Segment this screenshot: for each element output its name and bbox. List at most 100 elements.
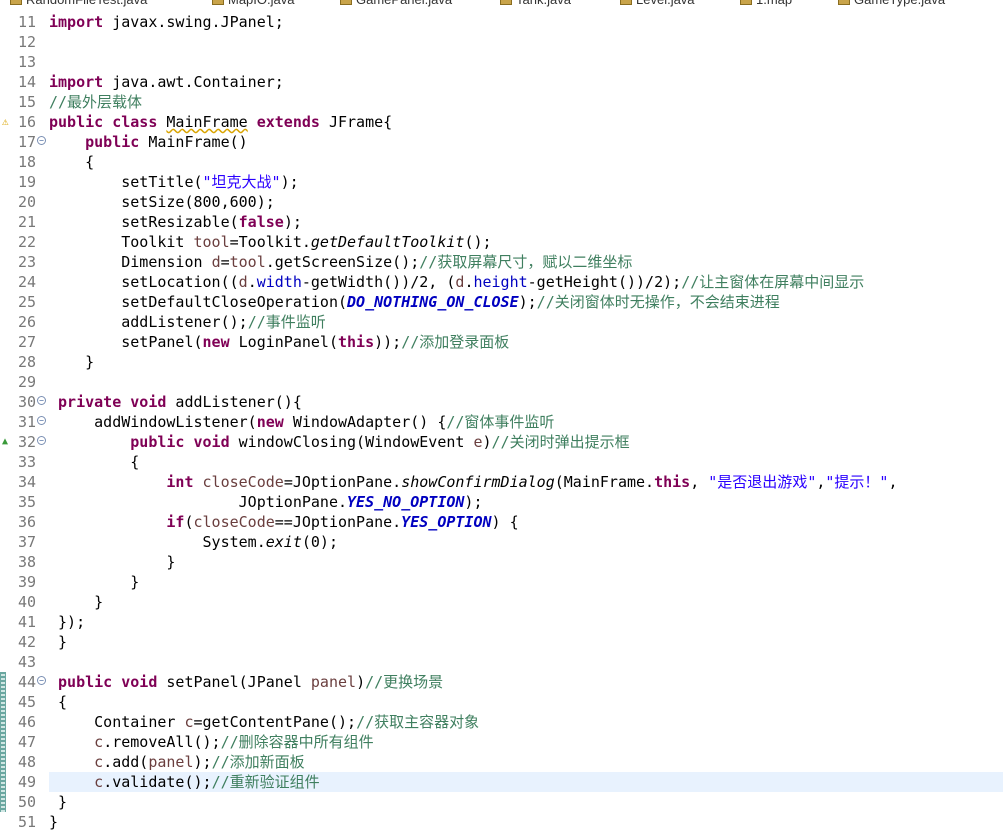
code-line[interactable]: 24 setLocation((d.width-getWidth())/2, (… (0, 272, 1003, 292)
code-text[interactable]: setPanel(new LoginPanel(this));//添加登录面板 (49, 332, 509, 352)
editor-tab[interactable]: RandomFileTest.java (10, 0, 147, 7)
editor-tab[interactable]: Level.java (620, 0, 695, 7)
code-text[interactable]: }); (49, 612, 85, 632)
code-line[interactable]: 18 { (0, 152, 1003, 172)
code-line[interactable]: 12 (0, 32, 1003, 52)
code-line[interactable]: 37 System.exit(0); (0, 532, 1003, 552)
code-text[interactable]: { (49, 452, 139, 472)
code-line[interactable]: 17− public MainFrame() (0, 132, 1003, 152)
fold-collapse-icon[interactable]: − (37, 416, 46, 425)
code-token: }); (49, 613, 86, 631)
fold-collapse-icon[interactable]: − (37, 136, 46, 145)
code-text[interactable]: } (49, 352, 94, 372)
code-line[interactable]: 42 } (0, 632, 1003, 652)
code-line[interactable]: 31− addWindowListener(new WindowAdapter(… (0, 412, 1003, 432)
code-text[interactable]: } (49, 552, 175, 572)
code-text[interactable]: } (49, 632, 67, 652)
code-text[interactable]: Container c=getContentPane();//获取主容器对象 (49, 712, 479, 732)
editor-tab[interactable]: 1.map (740, 0, 792, 7)
code-line[interactable]: 36 if(closeCode==JOptionPane.YES_OPTION)… (0, 512, 1003, 532)
code-line[interactable]: 46 Container c=getContentPane();//获取主容器对… (0, 712, 1003, 732)
code-text[interactable]: } (49, 812, 58, 832)
code-line[interactable]: 35 JOptionPane.YES_NO_OPTION); (0, 492, 1003, 512)
code-line[interactable]: 43 (0, 652, 1003, 672)
code-token: setPanel(JPanel (157, 673, 311, 691)
code-line[interactable]: 25 setDefaultCloseOperation(DO_NOTHING_O… (0, 292, 1003, 312)
code-text[interactable]: } (49, 592, 103, 612)
code-line[interactable]: 38 } (0, 552, 1003, 572)
code-line[interactable]: 22 Toolkit tool=Toolkit.getDefaultToolki… (0, 232, 1003, 252)
code-text[interactable]: int closeCode=JOptionPane.showConfirmDia… (49, 472, 897, 492)
line-number: 29 (17, 373, 36, 391)
fold-collapse-icon[interactable]: − (37, 396, 46, 405)
code-editor[interactable]: 11 import javax.swing.JPanel; 12 13 14 import… (0, 12, 1003, 831)
code-text[interactable]: addListener();//事件监听 (49, 312, 326, 332)
code-text[interactable]: //最外层载体 (49, 92, 142, 112)
code-text[interactable]: c.removeAll();//删除容器中所有组件 (49, 732, 374, 752)
code-text[interactable]: Dimension d=tool.getScreenSize();//获取屏幕尺… (49, 252, 632, 272)
code-line[interactable]: 40 } (0, 592, 1003, 612)
code-text[interactable]: JOptionPane.YES_NO_OPTION); (49, 492, 483, 512)
code-line[interactable]: 50 } (0, 792, 1003, 812)
code-text[interactable]: import javax.swing.JPanel; (49, 12, 284, 32)
code-line[interactable]: 41 }); (0, 612, 1003, 632)
code-line[interactable]: 20 setSize(800,600); (0, 192, 1003, 212)
code-text[interactable]: setResizable(false); (49, 212, 302, 232)
code-line[interactable]: ▲ 32− public void windowClosing(WindowEve… (0, 432, 1003, 452)
code-text[interactable]: public void setPanel(JPanel panel)//更换场景 (49, 672, 443, 692)
fold-collapse-icon[interactable]: − (37, 436, 46, 445)
code-text[interactable]: public MainFrame() (49, 132, 248, 152)
code-line[interactable]: 39 } (0, 572, 1003, 592)
code-text[interactable]: c.add(panel);//添加新面板 (49, 752, 304, 772)
editor-tab[interactable]: GameType.java (838, 0, 945, 7)
code-line[interactable]: 28 } (0, 352, 1003, 372)
code-line[interactable]: 44− public void setPanel(JPanel panel)//… (0, 672, 1003, 692)
code-line[interactable]: 15 //最外层载体 (0, 92, 1003, 112)
code-text[interactable]: Toolkit tool=Toolkit.getDefaultToolkit()… (49, 232, 491, 252)
code-text[interactable]: { (49, 692, 67, 712)
code-text[interactable]: c.validate();//重新验证组件 (49, 772, 1003, 792)
code-text[interactable]: { (49, 152, 94, 172)
code-line[interactable]: 21 setResizable(false); (0, 212, 1003, 232)
code-line[interactable]: ⚠ 16 public class MainFrame extends JFrame… (0, 112, 1003, 132)
code-line[interactable]: 13 (0, 52, 1003, 72)
code-token: javax.swing.JPanel; (103, 13, 284, 31)
code-line[interactable]: 48 c.add(panel);//添加新面板 (0, 752, 1003, 772)
code-line[interactable]: 45 { (0, 692, 1003, 712)
code-text[interactable]: public void windowClosing(WindowEvent e)… (49, 432, 629, 452)
code-line[interactable]: 29 (0, 372, 1003, 392)
code-text[interactable]: setSize(800,600); (49, 192, 275, 212)
code-text[interactable]: import java.awt.Container; (49, 72, 284, 92)
editor-tab[interactable]: MapIO.java (212, 0, 294, 7)
code-token: } (49, 553, 176, 571)
code-text[interactable]: public class MainFrame extends JFrame{ (49, 112, 392, 132)
code-line[interactable]: 33 { (0, 452, 1003, 472)
code-text[interactable]: addWindowListener(new WindowAdapter() {/… (49, 412, 554, 432)
code-text[interactable]: private void addListener(){ (49, 392, 302, 412)
code-line[interactable]: 23 Dimension d=tool.getScreenSize();//获取… (0, 252, 1003, 272)
code-text[interactable]: setLocation((d.width-getWidth())/2, (d.h… (49, 272, 864, 292)
code-line[interactable]: 14 import java.awt.Container; (0, 72, 1003, 92)
code-text[interactable]: setDefaultCloseOperation(DO_NOTHING_ON_C… (49, 292, 780, 312)
code-line[interactable]: 47 c.removeAll();//删除容器中所有组件 (0, 732, 1003, 752)
code-text[interactable]: if(closeCode==JOptionPane.YES_OPTION) { (49, 512, 518, 532)
code-token: //获取屏幕尺寸，赋以二维坐标 (419, 253, 633, 271)
code-line[interactable]: 34 int closeCode=JOptionPane.showConfirm… (0, 472, 1003, 492)
code-line[interactable]: 27 setPanel(new LoginPanel(this));//添加登录… (0, 332, 1003, 352)
code-line[interactable]: 51} (0, 812, 1003, 832)
code-line[interactable]: 19 setTitle("坦克大战"); (0, 172, 1003, 192)
line-number: 23 (17, 253, 36, 271)
editor-tab[interactable]: Tank.java (500, 0, 571, 7)
code-text[interactable]: setTitle("坦克大战"); (49, 172, 298, 192)
code-line[interactable]: 49 c.validate();//重新验证组件 (0, 772, 1003, 792)
code-text[interactable]: System.exit(0); (49, 532, 338, 552)
editor-tab[interactable]: GamePanel.java (340, 0, 452, 7)
code-line[interactable]: 11 import javax.swing.JPanel; (0, 12, 1003, 32)
code-line[interactable]: 26 addListener();//事件监听 (0, 312, 1003, 332)
fold-collapse-icon[interactable]: − (37, 676, 46, 685)
code-line[interactable]: 30− private void addListener(){ (0, 392, 1003, 412)
code-text[interactable]: } (49, 572, 139, 592)
code-text[interactable]: } (49, 792, 67, 812)
